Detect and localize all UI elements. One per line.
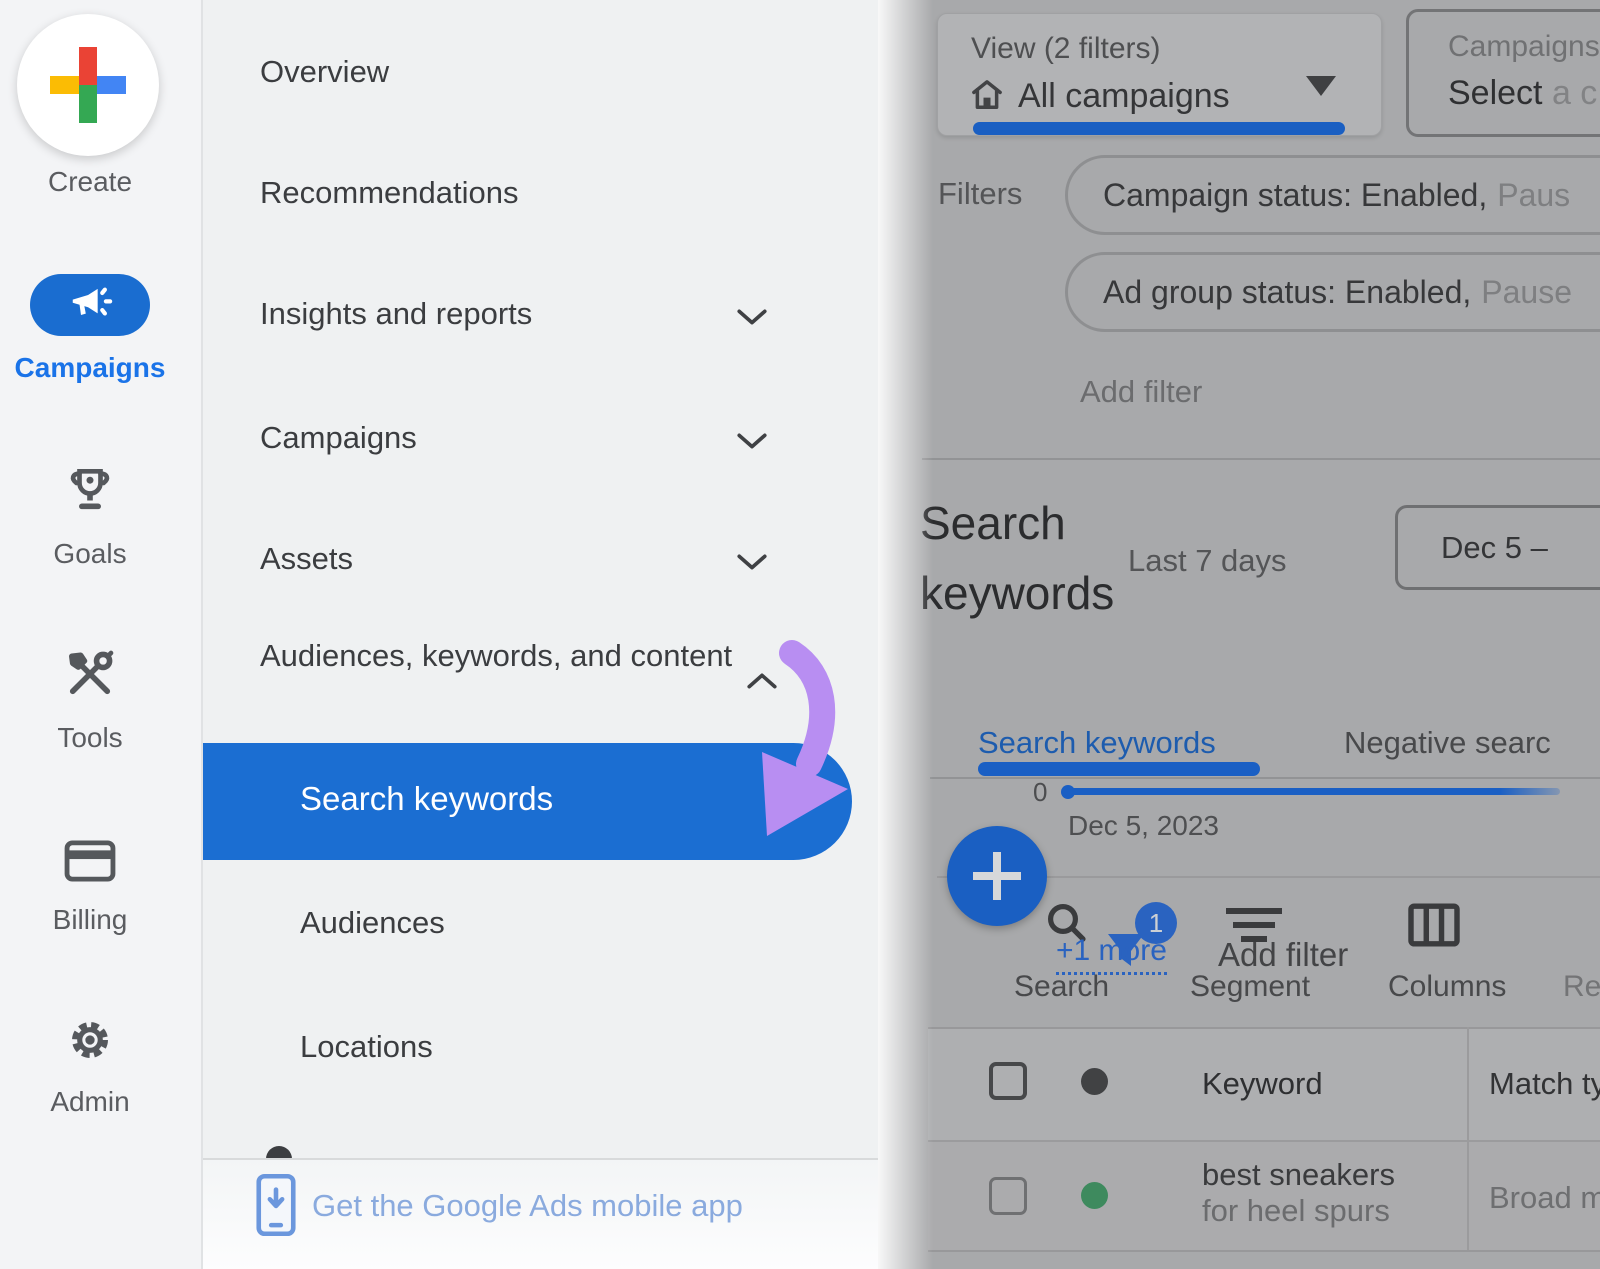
view-selector-label: View (2 filters) bbox=[971, 32, 1161, 66]
trophy-icon bbox=[62, 462, 118, 518]
megaphone-icon bbox=[67, 282, 113, 328]
column-header-match-type[interactable]: Match ty bbox=[1489, 1066, 1600, 1102]
nav-item-audiences-keywords-content[interactable]: Audiences, keywords, and content bbox=[260, 631, 760, 681]
panel-shadow-fade bbox=[875, 0, 933, 1269]
chart-flat-line bbox=[1064, 788, 1560, 795]
column-header-keyword[interactable]: Keyword bbox=[1202, 1066, 1323, 1102]
menu-footer: Get the Google Ads mobile app bbox=[203, 1158, 878, 1269]
credit-card-icon bbox=[61, 832, 119, 890]
row-checkbox[interactable] bbox=[989, 1177, 1027, 1215]
status-dot-enabled bbox=[1081, 1182, 1108, 1209]
toolbar-segment-label[interactable]: Segment bbox=[1190, 970, 1310, 1004]
toolbar-search-label[interactable]: Search bbox=[1014, 970, 1109, 1004]
rail-item-billing[interactable] bbox=[0, 832, 180, 890]
campaign-selector-value: Select a c bbox=[1448, 74, 1597, 113]
mobile-app-phone-icon bbox=[253, 1172, 299, 1238]
rail-billing-label: Billing bbox=[0, 904, 180, 936]
nav-subitem-audiences[interactable]: Audiences bbox=[300, 905, 445, 941]
nav-item-assets[interactable]: Assets bbox=[260, 541, 353, 577]
rail-goals-label: Goals bbox=[0, 538, 180, 570]
nav-item-insights-and-reports[interactable]: Insights and reports bbox=[260, 296, 532, 332]
home-icon bbox=[966, 74, 1008, 116]
match-type-cell: Broad m bbox=[1489, 1180, 1600, 1216]
google-ads-screen: View (2 filters) All campaigns Campaigns… bbox=[0, 0, 1600, 1269]
add-filter-link[interactable]: Add filter bbox=[1080, 374, 1202, 410]
create-button[interactable] bbox=[17, 14, 159, 156]
create-label: Create bbox=[0, 166, 180, 198]
chevron-up-icon[interactable] bbox=[745, 671, 779, 691]
campaign-selector-label: Campaigns bbox=[1448, 30, 1600, 64]
chevron-down-icon[interactable] bbox=[735, 431, 769, 451]
chevron-down-icon[interactable] bbox=[735, 552, 769, 572]
tools-icon bbox=[62, 646, 118, 702]
nav-item-recommendations[interactable]: Recommendations bbox=[260, 175, 518, 211]
chart-x-tick: Dec 5, 2023 bbox=[1068, 810, 1219, 842]
status-dot-header bbox=[1081, 1068, 1108, 1095]
campaign-selector[interactable]: Campaigns Select a c bbox=[1406, 9, 1600, 137]
get-mobile-app-link[interactable]: Get the Google Ads mobile app bbox=[312, 1188, 743, 1224]
section-divider bbox=[922, 458, 1600, 460]
view-selector-value: All campaigns bbox=[1018, 77, 1230, 116]
nav-item-campaigns[interactable]: Campaigns bbox=[260, 420, 417, 456]
more-filters-link[interactable]: +1 more bbox=[1056, 934, 1167, 975]
nav-subitem-locations[interactable]: Locations bbox=[300, 1029, 433, 1065]
table-column-divider bbox=[1467, 1027, 1469, 1252]
active-tab-underline bbox=[978, 762, 1260, 776]
caret-down-icon bbox=[1306, 76, 1336, 96]
add-keyword-fab[interactable] bbox=[947, 826, 1047, 926]
filters-label: Filters bbox=[938, 176, 1022, 212]
keyword-cell-line2: for heel spurs bbox=[1202, 1193, 1390, 1229]
filter-chip-campaign-status[interactable]: Campaign status: Enabled,Paus bbox=[1065, 155, 1600, 235]
date-preset-label: Last 7 days bbox=[1128, 543, 1287, 579]
rail-admin-label: Admin bbox=[0, 1086, 180, 1118]
rail-item-admin[interactable] bbox=[0, 1012, 180, 1068]
rail-campaigns-label: Campaigns bbox=[0, 352, 180, 384]
view-selector[interactable]: View (2 filters) All campaigns bbox=[937, 13, 1382, 136]
tab-negative-search[interactable]: Negative searc bbox=[1344, 725, 1551, 761]
keyword-cell-line1: best sneakers bbox=[1202, 1157, 1395, 1193]
gear-icon bbox=[62, 1012, 118, 1068]
view-selector-underline bbox=[973, 122, 1345, 135]
chevron-down-icon[interactable] bbox=[735, 307, 769, 327]
nav-subitem-search-keywords-selected[interactable]: Search keywords bbox=[203, 743, 852, 860]
rail-tools-label: Tools bbox=[0, 722, 180, 754]
filter-chip-adgroup-status[interactable]: Ad group status: Enabled,Pause bbox=[1065, 252, 1600, 332]
nav-item-overview[interactable]: Overview bbox=[260, 54, 389, 90]
columns-icon[interactable] bbox=[1406, 902, 1462, 948]
rail-item-goals[interactable] bbox=[0, 462, 180, 518]
tabs-divider bbox=[930, 777, 1600, 779]
tab-search-keywords[interactable]: Search keywords bbox=[978, 725, 1216, 761]
campaigns-nav-menu: Overview Recommendations Insights and re… bbox=[203, 0, 878, 1269]
chart-y-tick: 0 bbox=[1033, 777, 1047, 808]
toolbar-columns-label[interactable]: Columns bbox=[1388, 970, 1506, 1004]
google-plus-icon bbox=[50, 47, 126, 123]
date-range-button[interactable]: Dec 5 – bbox=[1395, 505, 1600, 590]
table-bottom-border bbox=[928, 1250, 1600, 1252]
rail-item-tools[interactable] bbox=[0, 646, 180, 702]
toolbar-reports-label-partial[interactable]: Re bbox=[1563, 970, 1600, 1004]
primary-nav-rail: Create Campaigns Goals bbox=[0, 0, 203, 1269]
add-filter-toolbar-link[interactable]: Add filter bbox=[1218, 936, 1348, 974]
rail-item-campaigns[interactable] bbox=[30, 274, 150, 336]
select-all-checkbox[interactable] bbox=[989, 1062, 1027, 1100]
